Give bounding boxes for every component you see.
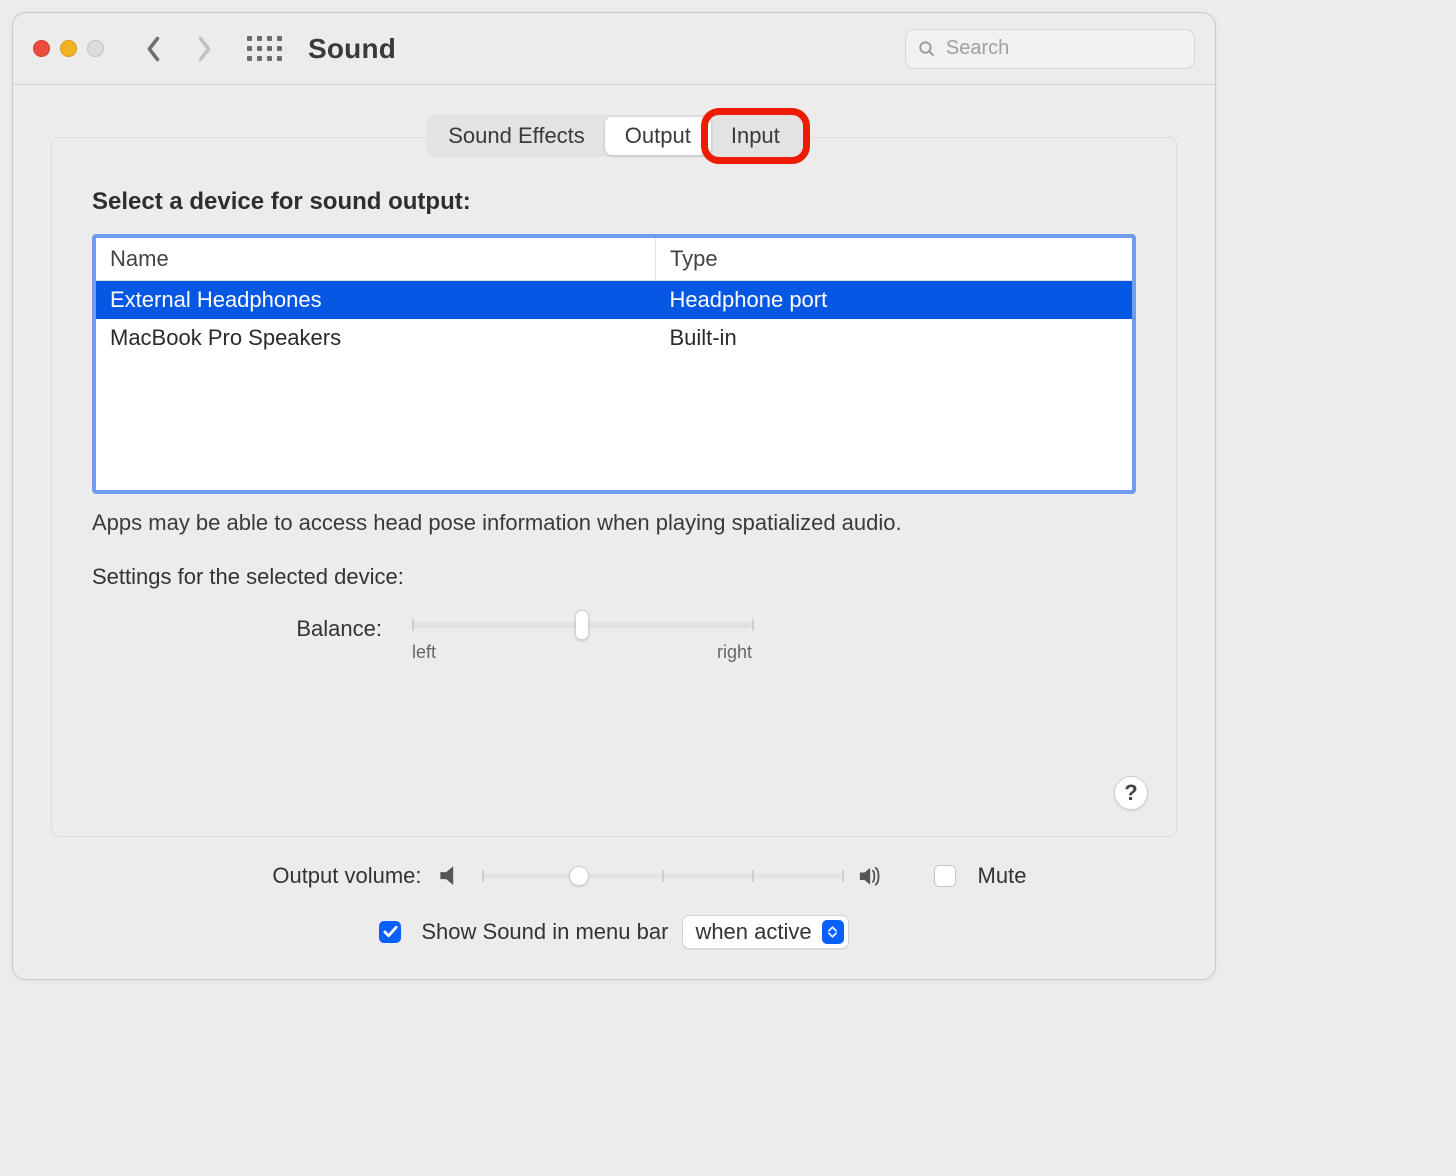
grid-icon [247,36,282,61]
device-row[interactable]: External Headphones Headphone port [96,281,1132,320]
minimize-window-button[interactable] [60,40,77,57]
balance-left-label: left [412,642,436,663]
forward-button[interactable] [184,29,224,69]
show-in-menubar-label: Show Sound in menu bar [421,919,668,945]
back-button[interactable] [134,29,174,69]
tab-group: Sound Effects Output Input [426,115,802,157]
select-device-heading: Select a device for sound output: [92,188,1136,216]
device-type: Built-in [655,319,1132,357]
sound-prefs-window: Sound Sound Effects Output Input Select … [12,12,1216,980]
search-input[interactable] [946,37,1182,60]
bottom-controls: Output volume: Mute [51,837,1177,959]
column-type-header[interactable]: Type [655,238,1132,281]
column-name-header[interactable]: Name [96,238,655,281]
device-name: External Headphones [96,281,655,320]
device-type: Headphone port [655,281,1132,320]
show-all-button[interactable] [244,29,284,69]
toolbar: Sound [13,13,1215,85]
search-field[interactable] [905,29,1195,69]
window-controls [33,40,104,57]
device-row[interactable]: MacBook Pro Speakers Built-in [96,319,1132,357]
search-icon [918,39,936,59]
help-button[interactable]: ? [1114,776,1148,810]
output-settings-box: Select a device for sound output: Name T… [51,137,1177,837]
tab-output[interactable]: Output [605,117,711,155]
show-in-menubar-checkbox[interactable] [379,921,401,943]
mute-label: Mute [978,863,1027,889]
tab-input[interactable]: Input [711,117,800,155]
balance-slider[interactable] [412,614,752,636]
updown-icon [822,920,844,944]
device-table[interactable]: Name Type External Headphones Headphone … [92,234,1136,494]
balance-label: Balance: [262,614,382,642]
device-settings-heading: Settings for the selected device: [92,564,1136,590]
pane-title: Sound [308,33,396,65]
tab-sound-effects[interactable]: Sound Effects [428,117,605,155]
privacy-note: Apps may be able to access head pose inf… [92,510,1136,536]
output-volume-slider[interactable] [482,865,842,887]
popup-value: when active [695,919,811,945]
check-icon [383,925,398,939]
zoom-window-button[interactable] [87,40,104,57]
chevron-right-icon [193,35,215,63]
content-area: Sound Effects Output Input Select a devi… [13,85,1215,979]
volume-low-icon [438,864,466,888]
balance-right-label: right [717,642,752,663]
device-name: MacBook Pro Speakers [96,319,655,357]
chevron-left-icon [143,35,165,63]
output-volume-label: Output volume: [202,863,422,889]
close-window-button[interactable] [33,40,50,57]
mute-checkbox[interactable] [934,865,956,887]
volume-high-icon [858,864,886,888]
menubar-when-popup[interactable]: when active [682,915,848,949]
